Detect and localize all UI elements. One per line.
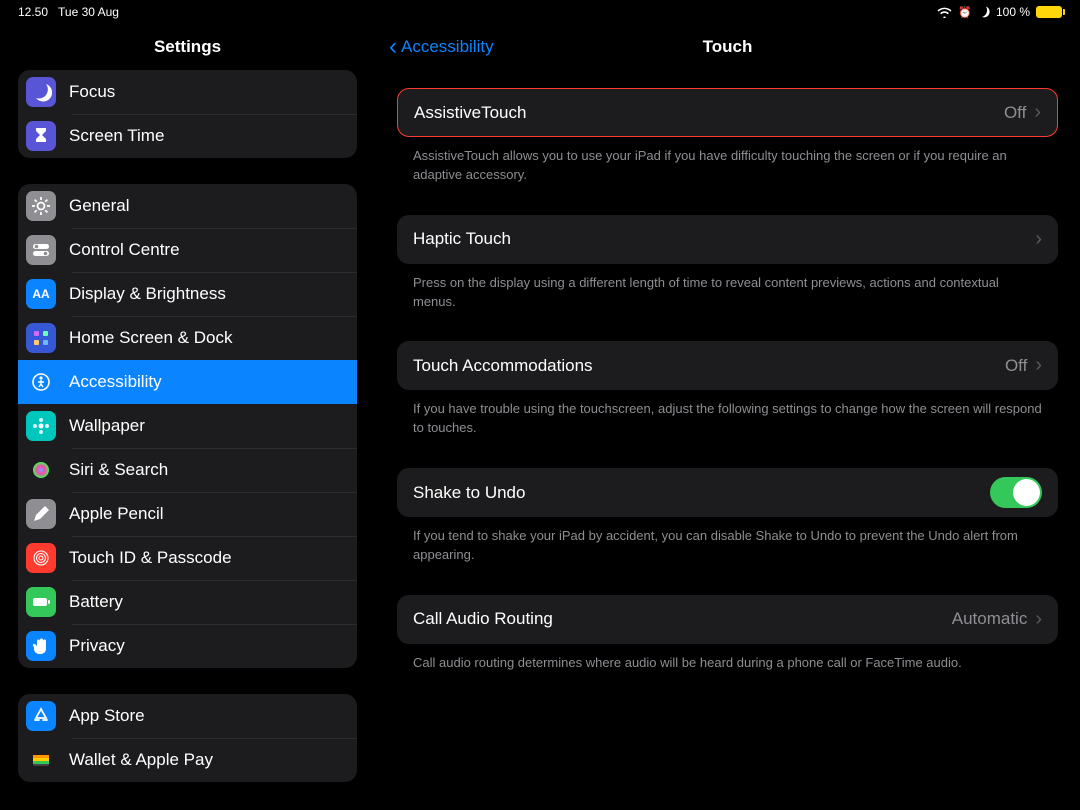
sidebar-item-label: Touch ID & Passcode	[69, 548, 232, 568]
sidebar-item-label: App Store	[69, 706, 145, 726]
sidebar-item-app-store[interactable]: App Store	[18, 694, 357, 738]
flower-icon	[26, 411, 56, 441]
chevron-right-icon: ›	[1035, 608, 1042, 631]
sidebar-group: App Store Wallet & Apple Pay	[18, 694, 357, 782]
sidebar-item-label: Battery	[69, 592, 123, 612]
toggle-switch[interactable]	[990, 477, 1042, 508]
finger-icon	[26, 543, 56, 573]
sidebar-item-label: Siri & Search	[69, 460, 168, 480]
pencil-icon	[26, 499, 56, 529]
switches-icon	[26, 235, 56, 265]
cell-label: Shake to Undo	[413, 483, 990, 503]
cell-value: Automatic	[952, 609, 1028, 629]
cell-label: Touch Accommodations	[413, 356, 1005, 376]
sidebar-item-focus[interactable]: Focus	[18, 70, 357, 114]
cell-footer: If you have trouble using the touchscree…	[397, 390, 1058, 460]
appstore-icon	[26, 701, 56, 731]
wallet-icon	[26, 745, 56, 775]
sidebar-item-battery[interactable]: Battery	[18, 580, 357, 624]
cell-label: Call Audio Routing	[413, 609, 952, 629]
grid-icon	[26, 323, 56, 353]
sidebar-item-label: Screen Time	[69, 126, 164, 146]
back-button[interactable]: ‹ Accessibility	[389, 35, 494, 59]
status-time: 12.50	[18, 5, 48, 19]
sidebar-item-wallpaper[interactable]: Wallpaper	[18, 404, 357, 448]
wifi-icon	[937, 7, 952, 18]
person-icon	[26, 367, 56, 397]
dnd-icon	[978, 6, 990, 18]
battery-pct: 100 %	[996, 5, 1030, 19]
status-bar: 12.50 Tue 30 Aug ⏰ 100 %	[0, 0, 1080, 24]
sidebar-item-label: Accessibility	[69, 372, 162, 392]
sidebar-item-screen-time[interactable]: Screen Time	[18, 114, 357, 158]
siri-icon	[26, 455, 56, 485]
cell-value: Off	[1005, 356, 1027, 376]
back-label: Accessibility	[401, 37, 494, 57]
cell-call-audio-routing[interactable]: Call Audio RoutingAutomatic ›	[397, 595, 1058, 644]
sidebar-item-touch-id-passcode[interactable]: Touch ID & Passcode	[18, 536, 357, 580]
sidebar: Settings Focus Screen Time General Control …	[0, 24, 375, 810]
hand-icon	[26, 631, 56, 661]
cell-shake-to-undo[interactable]: Shake to Undo	[397, 468, 1058, 517]
cell-footer: If you tend to shake your iPad by accide…	[397, 517, 1058, 587]
cell-footer: Call audio routing determines where audi…	[397, 644, 1058, 695]
cell-assistivetouch[interactable]: AssistiveTouchOff ›	[397, 88, 1058, 137]
sidebar-item-label: Wallpaper	[69, 416, 145, 436]
sidebar-item-general[interactable]: General	[18, 184, 357, 228]
sidebar-item-label: Apple Pencil	[69, 504, 164, 524]
cell-value: Off	[1004, 103, 1026, 123]
main-panel: ‹ Accessibility Touch AssistiveTouchOff›…	[375, 24, 1080, 810]
cell-footer: Press on the display using a different l…	[397, 264, 1058, 334]
chevron-right-icon: ›	[1035, 354, 1042, 377]
sidebar-item-accessibility[interactable]: Accessibility	[18, 360, 357, 404]
cell-label: Haptic Touch	[413, 229, 1035, 249]
sidebar-group: Focus Screen Time	[18, 70, 357, 158]
sidebar-item-label: Wallet & Apple Pay	[69, 750, 213, 770]
aa-icon: AA	[26, 279, 56, 309]
sidebar-item-display-brightness[interactable]: AA Display & Brightness	[18, 272, 357, 316]
sidebar-item-home-screen-dock[interactable]: Home Screen & Dock	[18, 316, 357, 360]
gear-icon	[26, 191, 56, 221]
sidebar-item-label: Display & Brightness	[69, 284, 226, 304]
sidebar-item-control-centre[interactable]: Control Centre	[18, 228, 357, 272]
sidebar-item-label: Privacy	[69, 636, 125, 656]
battery-icon	[26, 587, 56, 617]
alarm-icon: ⏰	[958, 6, 972, 19]
sidebar-group: General Control Centre AA Display & Brightn…	[18, 184, 357, 668]
chevron-left-icon: ‹	[389, 35, 397, 59]
hourglass-icon	[26, 121, 56, 151]
moon-icon	[26, 77, 56, 107]
cell-touch-accommodations[interactable]: Touch AccommodationsOff ›	[397, 341, 1058, 390]
cell-haptic-touch[interactable]: Haptic Touch›	[397, 215, 1058, 264]
sidebar-item-label: Home Screen & Dock	[69, 328, 232, 348]
sidebar-item-apple-pencil[interactable]: Apple Pencil	[18, 492, 357, 536]
chevron-right-icon: ›	[1035, 228, 1042, 251]
cell-label: AssistiveTouch	[414, 103, 1004, 123]
sidebar-item-label: General	[69, 196, 129, 216]
cell-footer: AssistiveTouch allows you to use your iP…	[397, 137, 1058, 207]
sidebar-item-wallet-apple-pay[interactable]: Wallet & Apple Pay	[18, 738, 357, 782]
status-date: Tue 30 Aug	[58, 5, 119, 19]
svg-text:AA: AA	[32, 287, 50, 301]
page-title: Touch	[703, 37, 753, 57]
battery-icon	[1036, 6, 1062, 18]
sidebar-title: Settings	[0, 24, 375, 70]
sidebar-item-label: Control Centre	[69, 240, 180, 260]
chevron-right-icon: ›	[1034, 101, 1041, 124]
sidebar-item-label: Focus	[69, 82, 115, 102]
sidebar-item-privacy[interactable]: Privacy	[18, 624, 357, 668]
sidebar-item-siri-search[interactable]: Siri & Search	[18, 448, 357, 492]
